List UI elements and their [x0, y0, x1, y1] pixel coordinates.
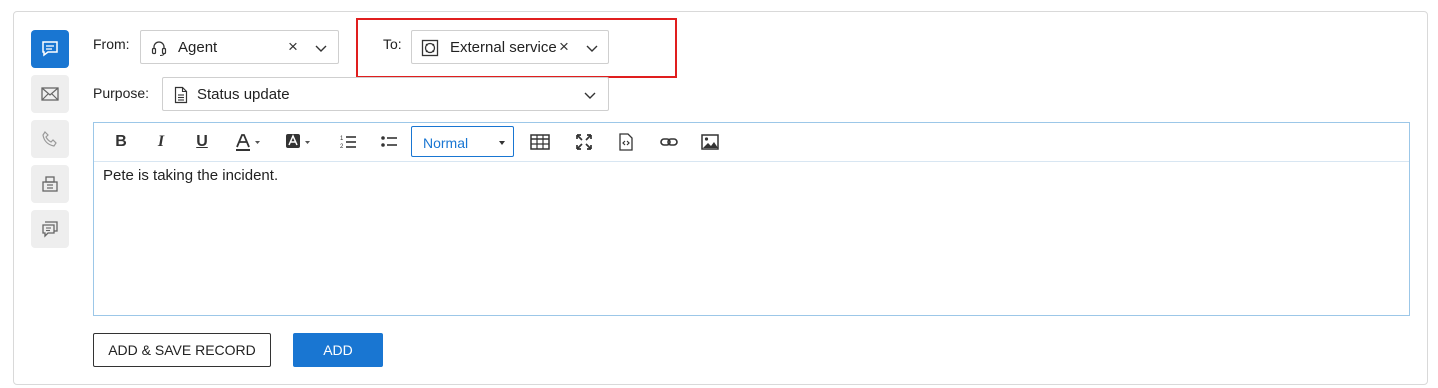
background-color-icon[interactable]	[284, 130, 314, 154]
sidebar-item-chat[interactable]	[31, 210, 69, 248]
underline-icon[interactable]: U	[193, 130, 211, 154]
purpose-select[interactable]: Status update	[162, 77, 609, 111]
purpose-label: Purpose:	[93, 85, 150, 101]
sidebar-item-email[interactable]	[31, 75, 69, 113]
bold-label: B	[115, 133, 127, 150]
italic-label: I	[157, 133, 165, 150]
source-icon[interactable]	[617, 130, 635, 154]
phone-icon	[42, 131, 57, 147]
fullscreen-icon[interactable]	[574, 130, 594, 154]
purpose-value: Status update	[197, 86, 290, 103]
editor-toolbar: B I U 1 2 Normal	[94, 123, 1409, 162]
headset-icon	[151, 41, 167, 57]
ordered-list-icon[interactable]: 1 2	[338, 130, 358, 154]
chevron-down-icon[interactable]	[584, 89, 596, 101]
comment-icon	[42, 41, 58, 57]
svg-text:2: 2	[340, 144, 344, 150]
sidebar-item-fax[interactable]	[31, 165, 69, 203]
link-icon[interactable]	[659, 130, 679, 154]
envelope-icon	[41, 87, 59, 101]
add-button[interactable]: ADD	[293, 333, 383, 367]
from-value: Agent	[178, 39, 218, 56]
caret-down-icon	[499, 141, 505, 145]
bold-icon[interactable]: B	[112, 130, 130, 154]
from-label: From:	[93, 36, 130, 52]
underline-label: U	[196, 133, 208, 150]
svg-text:1: 1	[340, 136, 344, 142]
chat-icon	[42, 221, 58, 238]
add-save-record-button[interactable]: ADD & SAVE RECORD	[93, 333, 271, 367]
sidebar-item-comment[interactable]	[31, 30, 69, 68]
document-icon	[174, 86, 188, 104]
from-clear-icon[interactable]: ×	[288, 38, 298, 56]
rich-text-editor[interactable]: B I U 1 2 Normal Pete is taking the inci…	[93, 122, 1410, 316]
from-select[interactable]: Agent ×	[140, 30, 339, 64]
unordered-list-icon[interactable]	[379, 130, 399, 154]
image-icon[interactable]	[700, 130, 720, 154]
chevron-down-icon[interactable]	[315, 42, 327, 54]
editor-content[interactable]: Pete is taking the incident.	[103, 167, 278, 184]
format-select[interactable]: Normal	[411, 126, 514, 157]
format-value: Normal	[423, 135, 469, 151]
table-icon[interactable]	[530, 130, 550, 154]
fax-icon	[42, 176, 58, 192]
to-highlight-box	[356, 18, 677, 78]
italic-icon[interactable]: I	[152, 130, 170, 154]
font-color-icon[interactable]	[234, 130, 264, 154]
sidebar-item-phone[interactable]	[31, 120, 69, 158]
